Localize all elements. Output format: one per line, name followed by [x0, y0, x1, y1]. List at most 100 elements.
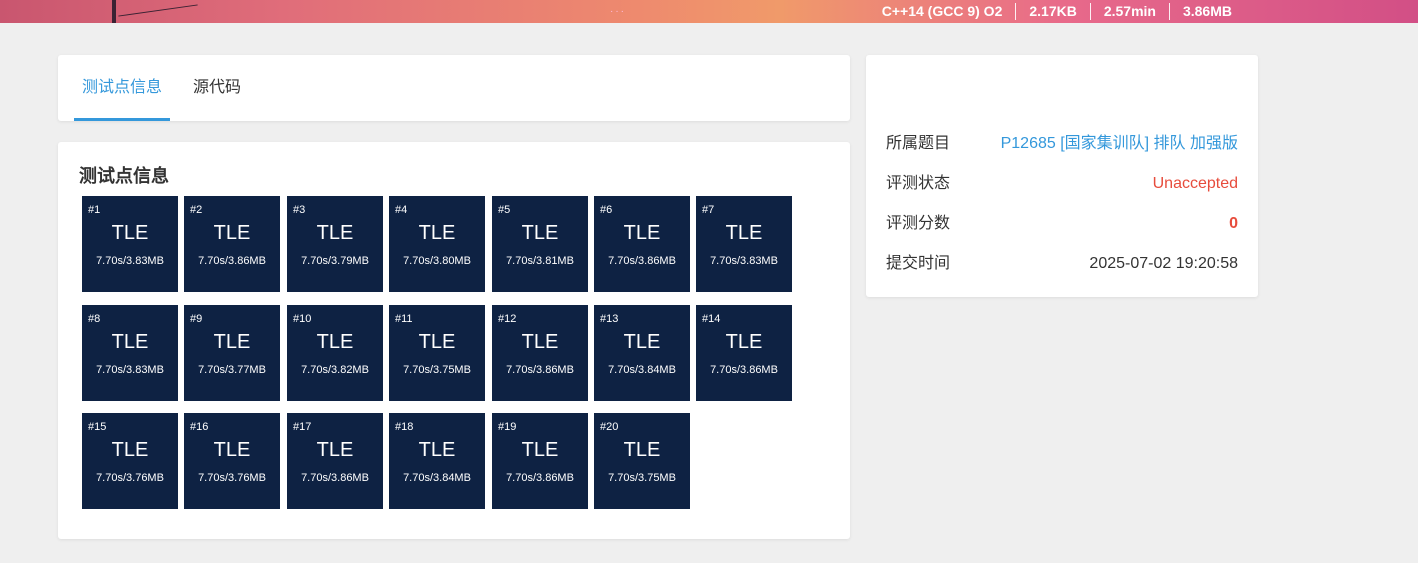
info-row-problem: 所属题目 P12685 [国家集训队] 排队 加强版	[886, 132, 1238, 156]
testcase-status: TLE	[623, 222, 661, 244]
testcase-status: TLE	[316, 222, 354, 244]
testcases-card: 测试点信息 #1 TLE 7.70s/3.83MB #2 TLE 7.70s/3.86MB…	[58, 142, 850, 539]
testcase-tile[interactable]: #17 TLE 7.70s/3.86MB	[287, 413, 383, 509]
stat-total-time: 2.57min	[1089, 3, 1169, 20]
testcase-status: TLE	[418, 439, 456, 461]
testcase-status: TLE	[213, 222, 251, 244]
testcase-status: TLE	[316, 331, 354, 353]
banner-decoration	[112, 0, 116, 23]
testcase-time-memory: 7.70s/3.82MB	[301, 364, 369, 376]
testcase-id: #3	[293, 204, 306, 216]
score-value: 0	[1229, 215, 1238, 232]
testcase-id: #9	[190, 313, 203, 325]
info-row-status: 评测状态 Unaccepted	[886, 172, 1238, 196]
testcase-status: TLE	[521, 439, 559, 461]
testcase-time-memory: 7.70s/3.86MB	[506, 472, 574, 484]
problem-label: 所属题目	[886, 135, 951, 152]
testcase-id: #20	[600, 421, 619, 433]
testcase-status: TLE	[521, 331, 559, 353]
status-label: 评测状态	[886, 175, 951, 192]
testcase-time-memory: 7.70s/3.81MB	[506, 255, 574, 267]
testcase-time-memory: 7.70s/3.84MB	[608, 364, 676, 376]
testcase-tile[interactable]: #14 TLE 7.70s/3.86MB	[696, 305, 792, 401]
testcase-time-memory: 7.70s/3.76MB	[96, 472, 164, 484]
testcase-id: #16	[190, 421, 209, 433]
testcase-tile[interactable]: #5 TLE 7.70s/3.81MB	[492, 196, 588, 292]
testcase-time-memory: 7.70s/3.77MB	[198, 364, 266, 376]
testcase-tile[interactable]: #19 TLE 7.70s/3.86MB	[492, 413, 588, 509]
testcase-tile[interactable]: #1 TLE 7.70s/3.83MB	[82, 196, 178, 292]
tab-testcase-info[interactable]: 测试点信息	[74, 55, 170, 121]
testcase-time-memory: 7.70s/3.83MB	[710, 255, 778, 267]
time-value: 2025-07-02 19:20:58	[1089, 255, 1238, 272]
time-label: 提交时间	[886, 255, 951, 272]
testcase-id: #10	[293, 313, 312, 325]
testcase-time-memory: 7.70s/3.75MB	[608, 472, 676, 484]
testcase-time-memory: 7.70s/3.83MB	[96, 255, 164, 267]
testcases-title: 测试点信息	[79, 166, 169, 186]
top-banner: ··· C++14 (GCC 9) O2 2.17KB 2.57min 3.86…	[0, 0, 1418, 23]
testcase-id: #6	[600, 204, 613, 216]
testcase-id: #15	[88, 421, 107, 433]
testcase-id: #4	[395, 204, 408, 216]
testcase-tile[interactable]: #18 TLE 7.70s/3.84MB	[389, 413, 485, 509]
testcase-id: #17	[293, 421, 312, 433]
testcase-status: TLE	[213, 331, 251, 353]
score-label: 评测分数	[886, 215, 951, 232]
submission-stats: C++14 (GCC 9) O2 2.17KB 2.57min 3.86MB	[869, 0, 1245, 23]
testcase-status: TLE	[316, 439, 354, 461]
testcase-id: #19	[498, 421, 517, 433]
testcase-time-memory: 7.70s/3.86MB	[506, 364, 574, 376]
testcase-time-memory: 7.70s/3.83MB	[96, 364, 164, 376]
testcase-tile[interactable]: #10 TLE 7.70s/3.82MB	[287, 305, 383, 401]
testcase-tile[interactable]: #20 TLE 7.70s/3.75MB	[594, 413, 690, 509]
testcase-status: TLE	[111, 331, 149, 353]
testcase-time-memory: 7.70s/3.86MB	[608, 255, 676, 267]
testcase-id: #1	[88, 204, 101, 216]
info-row-score: 评测分数 0	[886, 212, 1238, 236]
info-row-time: 提交时间 2025-07-02 19:20:58	[886, 252, 1238, 276]
testcase-tile[interactable]: #2 TLE 7.70s/3.86MB	[184, 196, 280, 292]
testcase-time-memory: 7.70s/3.75MB	[403, 364, 471, 376]
testcase-tile[interactable]: #12 TLE 7.70s/3.86MB	[492, 305, 588, 401]
testcase-time-memory: 7.70s/3.76MB	[198, 472, 266, 484]
testcase-status: TLE	[725, 222, 763, 244]
testcase-time-memory: 7.70s/3.86MB	[301, 472, 369, 484]
problem-link[interactable]: P12685 [国家集训队] 排队 加强版	[1001, 132, 1238, 156]
testcase-tile[interactable]: #16 TLE 7.70s/3.76MB	[184, 413, 280, 509]
testcase-time-memory: 7.70s/3.84MB	[403, 472, 471, 484]
testcase-id: #7	[702, 204, 715, 216]
testcase-status: TLE	[111, 222, 149, 244]
testcase-id: #12	[498, 313, 517, 325]
tab-source-code[interactable]: 源代码	[184, 55, 250, 121]
testcase-tile[interactable]: #7 TLE 7.70s/3.83MB	[696, 196, 792, 292]
testcase-status: TLE	[418, 331, 456, 353]
testcase-tile[interactable]: #8 TLE 7.70s/3.83MB	[82, 305, 178, 401]
testcase-time-memory: 7.70s/3.79MB	[301, 255, 369, 267]
submission-info-card: 所属题目 P12685 [国家集训队] 排队 加强版 评测状态 Unaccept…	[866, 55, 1258, 297]
testcase-id: #11	[395, 313, 413, 325]
testcase-status: TLE	[725, 331, 763, 353]
testcase-id: #18	[395, 421, 414, 433]
stat-language: C++14 (GCC 9) O2	[881, 3, 1003, 19]
tabs-card: 测试点信息 源代码	[58, 55, 850, 121]
testcase-id: #13	[600, 313, 619, 325]
testcase-time-memory: 7.70s/3.80MB	[403, 255, 471, 267]
testcase-time-memory: 7.70s/3.86MB	[198, 255, 266, 267]
testcase-id: #8	[88, 313, 101, 325]
testcase-status: TLE	[623, 331, 661, 353]
stat-memory: 3.86MB	[1168, 3, 1245, 20]
testcase-id: #5	[498, 204, 511, 216]
testcase-status: TLE	[623, 439, 661, 461]
testcase-tile[interactable]: #15 TLE 7.70s/3.76MB	[82, 413, 178, 509]
testcase-tile[interactable]: #4 TLE 7.70s/3.80MB	[389, 196, 485, 292]
testcase-tile[interactable]: #13 TLE 7.70s/3.84MB	[594, 305, 690, 401]
testcase-status: TLE	[521, 222, 559, 244]
testcase-tile[interactable]: #11 TLE 7.70s/3.75MB	[389, 305, 485, 401]
banner-decoration-line	[118, 4, 198, 17]
testcase-tile[interactable]: #6 TLE 7.70s/3.86MB	[594, 196, 690, 292]
testcase-id: #14	[702, 313, 721, 325]
testcase-tile[interactable]: #3 TLE 7.70s/3.79MB	[287, 196, 383, 292]
testcase-tile[interactable]: #9 TLE 7.70s/3.77MB	[184, 305, 280, 401]
testcase-status: TLE	[213, 439, 251, 461]
